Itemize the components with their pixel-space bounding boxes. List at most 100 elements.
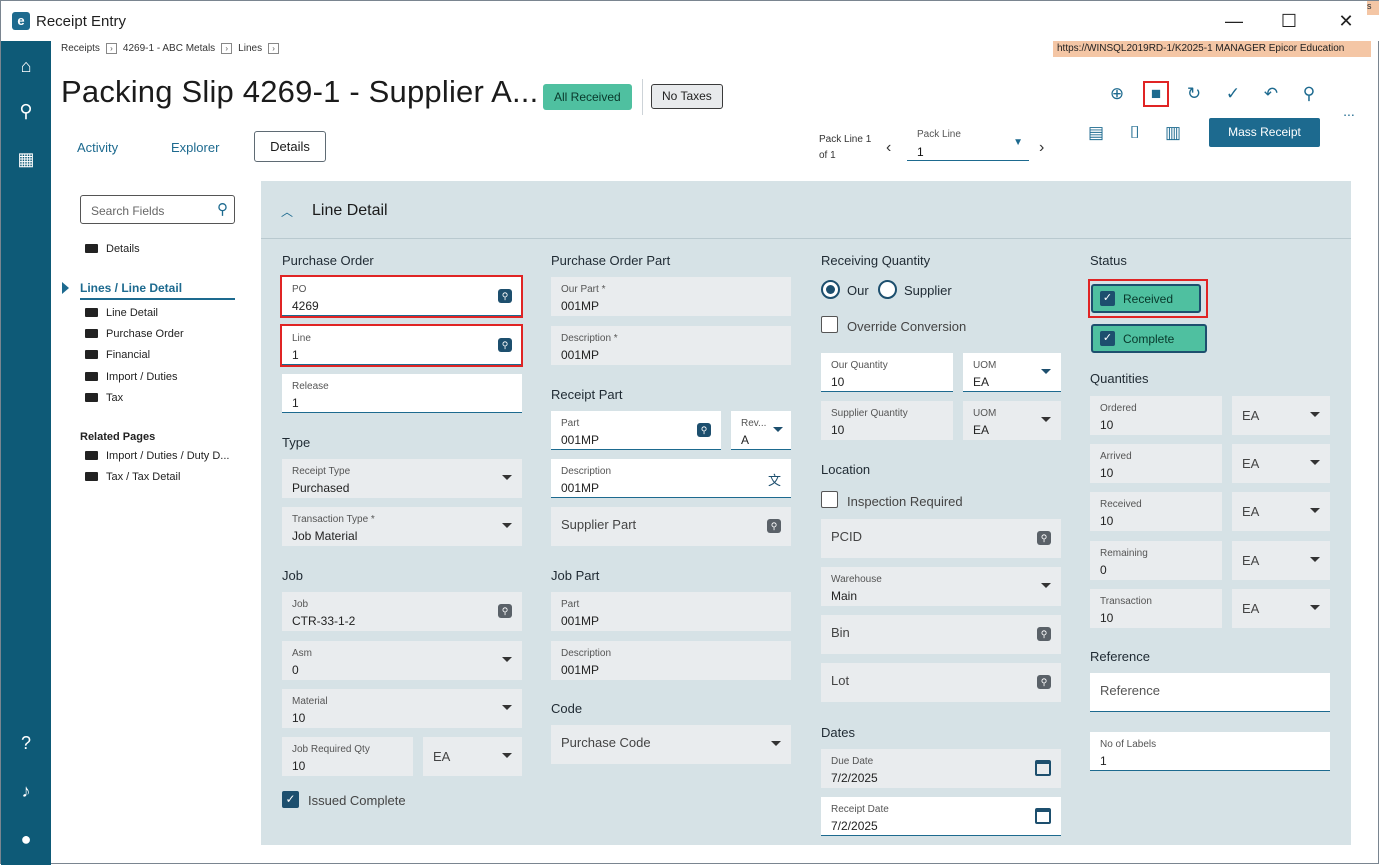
our-uom-select[interactable]: UOM EA [963,353,1061,392]
previous-arrow-icon[interactable]: ‹ [886,139,891,157]
clear-broom-icon[interactable]: ✓ [1221,82,1245,106]
bell-icon[interactable]: ♪ [14,779,38,803]
our-quantity-field[interactable]: Our Quantity 10 [821,353,953,392]
undo-icon[interactable]: ↶ [1259,82,1283,106]
window-title: Receipt Entry [36,13,127,30]
calendar-icon[interactable] [1035,808,1051,824]
release-field[interactable]: Release 1 [282,374,522,413]
complete-toggle[interactable]: ✓ Complete [1091,324,1207,353]
no-taxes-badge: No Taxes [651,84,723,109]
sidebar-item-financial[interactable]: Financial [85,349,150,361]
save-icon[interactable]: ■ [1144,82,1168,106]
supplier-radio[interactable] [878,280,897,299]
code-heading: Code [551,701,583,716]
due-date-field[interactable]: Due Date 7/2/2025 [821,749,1061,788]
transaction-type-select[interactable]: Transaction Type * Job Material [282,507,522,546]
job-part-heading: Job Part [551,568,600,583]
search-lookup-icon[interactable]: ⚲ [1037,627,1051,641]
supplier-part-field[interactable]: Supplier Part ⚲ [551,507,791,546]
our-radio[interactable] [821,280,840,299]
help-icon[interactable]: ? [14,731,38,755]
purchase-code-select[interactable]: Purchase Code [551,725,791,764]
search-toolbar-icon[interactable]: ⚲ [1297,82,1321,106]
sidebar-item-tax[interactable]: Tax [85,392,123,404]
divider [642,79,643,115]
issued-complete-checkbox[interactable]: ✓ [282,791,299,808]
search-icon[interactable]: ⚲ [14,99,38,123]
override-conversion-checkbox[interactable] [821,316,838,333]
received-uom-select[interactable]: EA [1232,492,1330,531]
tab-explorer[interactable]: Explorer [171,140,219,155]
issued-complete-label: Issued Complete [308,793,406,808]
minimize-button[interactable]: — [1221,9,1247,33]
job-part-field: Part 001MP [551,592,791,631]
arrived-uom-select[interactable]: EA [1232,444,1330,483]
next-arrow-icon[interactable]: › [1039,139,1044,157]
panel-header[interactable]: ︿ Line Detail [261,181,1351,239]
asm-select[interactable]: Asm 0 [282,641,522,680]
tab-details[interactable]: Details [254,131,326,162]
pack-line-select[interactable]: Pack Line 1 ▼ [907,123,1029,161]
revision-select[interactable]: Rev... A [731,411,791,450]
sidebar-item-line-detail[interactable]: Line Detail [85,307,158,319]
search-lookup-icon[interactable]: ⚲ [767,519,781,533]
material-select[interactable]: Material 10 [282,689,522,728]
receipt-type-select[interactable]: Receipt Type Purchased [282,459,522,498]
supplier-uom-select[interactable]: UOM EA [963,401,1061,440]
apps-grid-icon[interactable]: ▦ [14,147,38,171]
reference-field[interactable]: Reference [1090,673,1330,712]
chevron-up-icon[interactable]: ︿ [281,203,293,220]
transaction-uom-select[interactable]: EA [1232,589,1330,628]
maximize-button[interactable]: ☐ [1276,9,1302,33]
pcid-field[interactable]: PCID ⚲ [821,519,1061,558]
po-part-heading: Purchase Order Part [551,253,671,268]
related-tax-detail[interactable]: Tax / Tax Detail [85,471,180,483]
home-icon[interactable]: ⌂ [14,54,38,78]
sidebar-item-purchase-order[interactable]: Purchase Order [85,328,184,340]
receipt-description-field[interactable]: Description 001MP 文 [551,459,791,498]
search-lookup-icon[interactable]: ⚲ [498,604,512,618]
remaining-uom-select[interactable]: EA [1232,541,1330,580]
lot-field[interactable]: Lot ⚲ [821,663,1061,702]
chevron-right-icon: › [268,43,280,54]
breadcrumb-lines[interactable]: Lines [238,43,262,54]
our-part-field: Our Part * 001MP [551,277,791,316]
breadcrumb-packslip[interactable]: 4269-1 - ABC Metals [123,43,215,54]
receipt-part-field[interactable]: Part 001MP ⚲ [551,411,721,450]
search-lookup-icon[interactable]: ⚲ [697,423,711,437]
job-required-uom-select[interactable]: EA [423,737,522,776]
calendar-icon[interactable] [1035,760,1051,776]
receipt-date-field[interactable]: Receipt Date 7/2/2025 [821,797,1061,836]
attachment-icon[interactable]: ⌷ [1123,121,1147,145]
sidebar-item-details[interactable]: Details [85,243,140,255]
close-button[interactable]: ✕ [1333,9,1359,33]
job-field[interactable]: Job CTR-33-1-2 ⚲ [282,592,522,631]
tab-activity[interactable]: Activity [77,140,118,155]
quantities-heading: Quantities [1090,371,1149,386]
breadcrumb-receipts[interactable]: Receipts [61,43,100,54]
search-fields-input[interactable]: Search Fields ⚲ [80,195,235,224]
sidebar-item-lines[interactable]: Lines / Line Detail [80,281,235,300]
received-highlight [1088,279,1208,318]
add-new-icon[interactable]: ⊕ [1105,82,1129,106]
bin-field[interactable]: Bin ⚲ [821,615,1061,654]
more-options-icon[interactable]: ... [1337,99,1361,123]
all-received-badge: All Received [543,84,632,110]
related-import-duties[interactable]: Import / Duties / Duty D... [85,450,229,462]
inspection-required-checkbox[interactable] [821,491,838,508]
user-icon[interactable]: ● [14,827,38,851]
no-of-labels-field[interactable]: No of Labels 1 [1090,732,1330,771]
receipt-part-heading: Receipt Part [551,387,623,402]
chevron-down-icon [1041,583,1051,588]
mass-receipt-button[interactable]: Mass Receipt [1209,118,1320,147]
refresh-icon[interactable]: ↻ [1182,82,1206,106]
factory-icon[interactable]: ▥ [1161,121,1185,145]
job-required-qty-field[interactable]: Job Required Qty 10 [282,737,413,776]
translate-icon[interactable]: 文 [768,470,781,489]
notes-icon[interactable]: ▤ [1084,121,1108,145]
ordered-uom-select[interactable]: EA [1232,396,1330,435]
warehouse-select[interactable]: Warehouse Main [821,567,1061,606]
search-lookup-icon[interactable]: ⚲ [1037,531,1051,545]
search-lookup-icon[interactable]: ⚲ [1037,675,1051,689]
sidebar-item-import-duties[interactable]: Import / Duties [85,371,178,383]
